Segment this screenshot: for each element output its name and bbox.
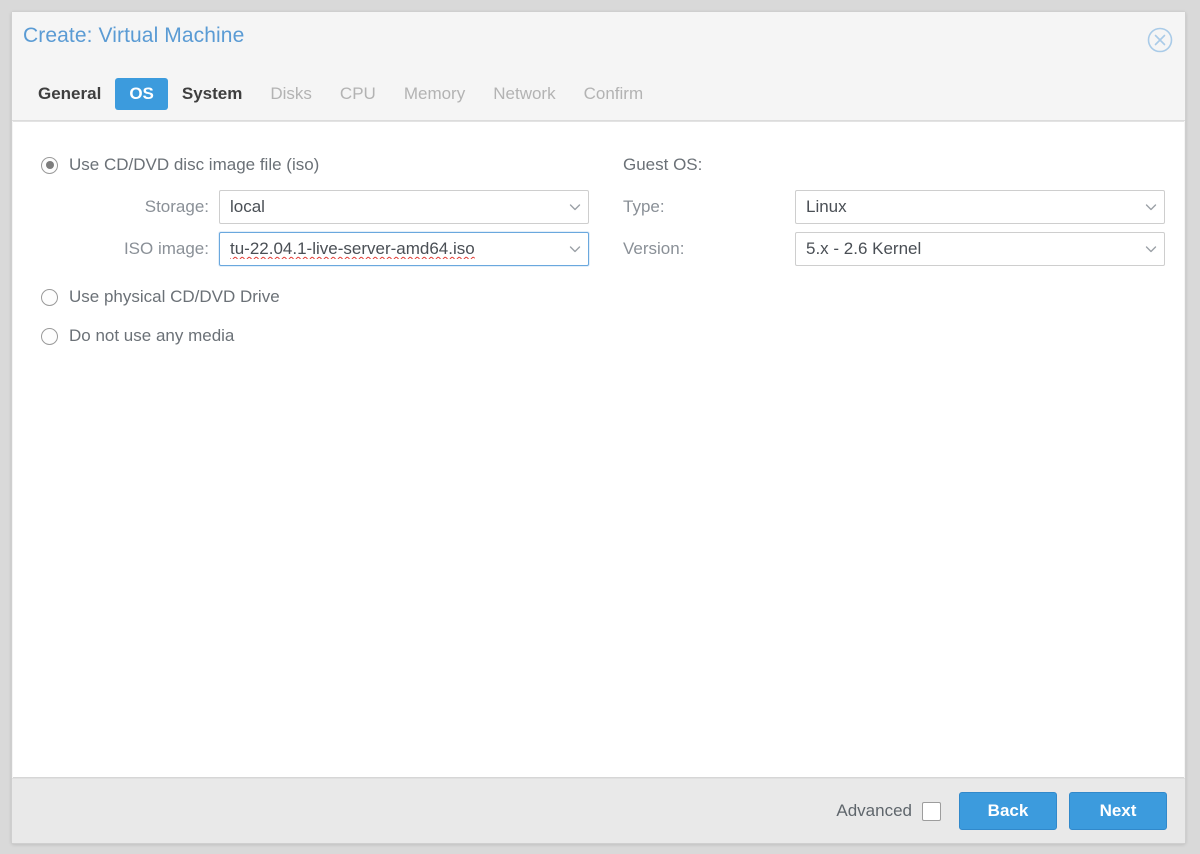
storage-select[interactable]: local: [219, 190, 589, 224]
iso-image-label: ISO image:: [123, 239, 209, 258]
radio-use-physical-drive[interactable]: Use physical CD/DVD Drive: [41, 282, 613, 312]
radio-no-media[interactable]: Do not use any media: [41, 321, 613, 351]
radio-indicator-physical-drive[interactable]: [41, 288, 58, 306]
tab-cpu: CPU: [339, 84, 376, 103]
chevron-down-icon: [1138, 242, 1164, 256]
tab-system[interactable]: System: [168, 78, 256, 110]
back-button[interactable]: Back: [959, 792, 1057, 830]
tab-general[interactable]: General: [24, 78, 115, 110]
radio-label-physical-drive: Use physical CD/DVD Drive: [69, 287, 280, 306]
tab-memory: Memory: [403, 84, 466, 103]
page-title: Create: Virtual Machine: [23, 24, 245, 47]
guest-version-field-row: Version: 5.x - 2.6 Kernel: [623, 228, 1173, 270]
guest-os-heading: Guest OS:: [623, 155, 703, 174]
radio-label-iso-file: Use CD/DVD disc image file (iso): [69, 155, 320, 174]
tab-network: Network: [493, 84, 556, 103]
guest-type-field-row: Type: Linux: [623, 186, 1173, 228]
iso-image-value: tu-22.04.1-live-server-amd64.iso: [230, 239, 475, 258]
tab-disks: Disks: [270, 84, 312, 103]
chevron-down-icon: [562, 242, 588, 256]
media-column: Use CD/DVD disc image file (iso) Storage…: [13, 150, 613, 357]
os-form: Use CD/DVD disc image file (iso) Storage…: [13, 122, 1184, 357]
radio-label-no-media: Do not use any media: [69, 326, 235, 345]
wizard-tabbar: General OS System Disks CPU Memory Netwo…: [24, 78, 657, 110]
guest-version-label: Version:: [623, 239, 685, 258]
radio-use-iso-file[interactable]: Use CD/DVD disc image file (iso): [41, 150, 613, 180]
close-icon[interactable]: [1146, 26, 1174, 54]
storage-value: local: [230, 197, 265, 216]
dialog-body: Use CD/DVD disc image file (iso) Storage…: [13, 121, 1184, 778]
storage-label: Storage:: [144, 197, 209, 216]
tab-os[interactable]: OS: [115, 78, 168, 110]
guest-version-value: 5.x - 2.6 Kernel: [806, 239, 922, 258]
advanced-label: Advanced: [836, 801, 912, 820]
advanced-toggle[interactable]: Advanced: [836, 801, 941, 821]
guest-type-select[interactable]: Linux: [795, 190, 1165, 224]
guest-os-column: Guest OS: Type: Linux Version: 5.x - 2.6…: [613, 150, 1173, 357]
radio-indicator-iso-file[interactable]: [41, 156, 58, 174]
storage-field-row: Storage: local: [41, 186, 613, 228]
guest-version-select[interactable]: 5.x - 2.6 Kernel: [795, 232, 1165, 266]
iso-image-select[interactable]: tu-22.04.1-live-server-amd64.iso: [219, 232, 589, 266]
dialog-footer: Advanced Back Next: [12, 778, 1185, 843]
advanced-checkbox[interactable]: [922, 801, 941, 821]
next-button[interactable]: Next: [1069, 792, 1167, 830]
dialog-header: Create: Virtual Machine General OS Syste…: [12, 12, 1185, 121]
create-vm-dialog: Create: Virtual Machine General OS Syste…: [11, 11, 1186, 844]
iso-image-field-row: ISO image: tu-22.04.1-live-server-amd64.…: [41, 228, 613, 270]
radio-indicator-no-media[interactable]: [41, 327, 58, 345]
guest-type-label: Type:: [623, 197, 665, 216]
tab-confirm: Confirm: [583, 84, 644, 103]
chevron-down-icon: [1138, 200, 1164, 214]
guest-type-value: Linux: [806, 197, 847, 216]
chevron-down-icon: [562, 200, 588, 214]
